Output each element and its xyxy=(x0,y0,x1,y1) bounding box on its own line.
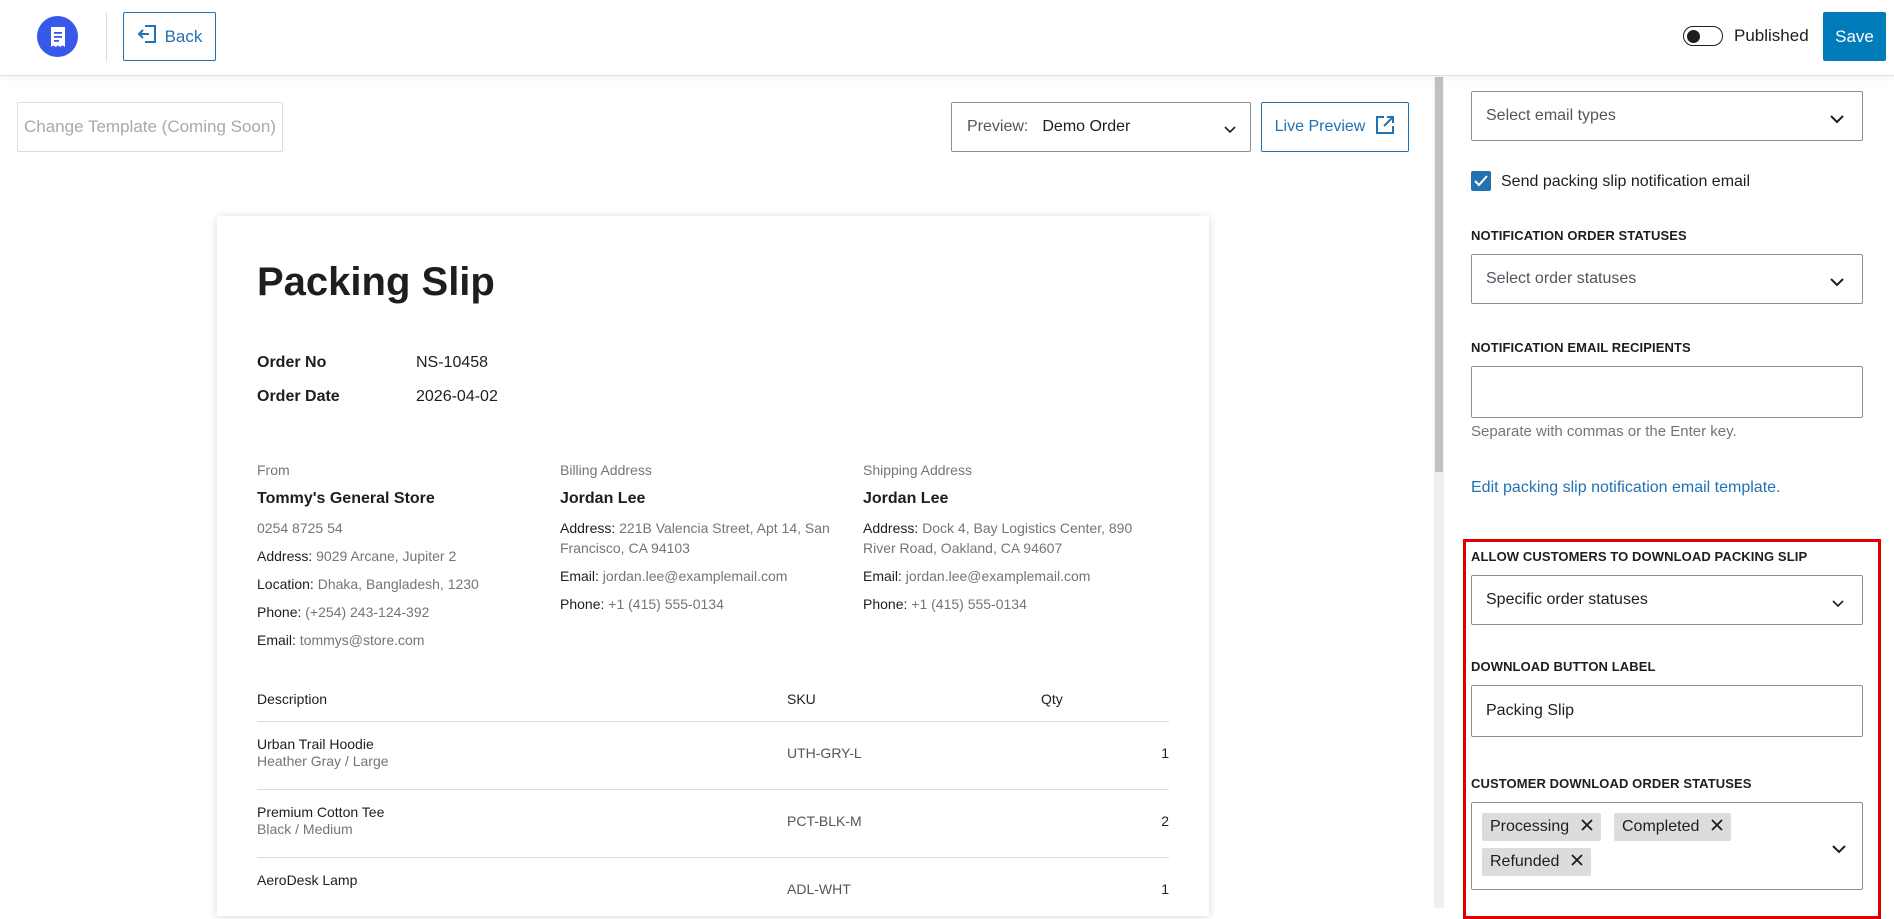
billing-address: Billing Address Jordan Lee Address: 221B… xyxy=(560,462,850,622)
order-date-label: Order Date xyxy=(257,388,340,405)
live-preview-label: Live Preview xyxy=(1274,118,1366,135)
send-notification-checkbox[interactable] xyxy=(1471,171,1491,191)
close-icon[interactable] xyxy=(1581,818,1593,836)
preview-scrollbar[interactable] xyxy=(1434,77,1444,908)
table-row-name: Urban Trail Hoodie xyxy=(257,736,374,752)
shipping-name: Jordan Lee xyxy=(863,490,949,507)
table-row-qty: 1 xyxy=(1161,745,1169,761)
preview-area: Change Template (Coming Soon) Preview: D… xyxy=(0,77,1434,916)
top-bar: Back Published Save xyxy=(0,0,1894,76)
customer-statuses-label: CUSTOMER DOWNLOAD ORDER STATUSES xyxy=(1471,776,1752,791)
allow-download-label: ALLOW CUSTOMERS TO DOWNLOAD PACKING SLIP xyxy=(1471,549,1808,564)
chevron-down-icon xyxy=(1224,121,1236,139)
customer-statuses-select[interactable]: Processing Completed Refunded xyxy=(1471,802,1863,890)
from-name: Tommy's General Store xyxy=(257,490,435,507)
billing-address-line: Address: 221B Valencia Street, Apt 14, S… xyxy=(560,520,830,556)
button-label-input[interactable]: Packing Slip xyxy=(1471,685,1863,737)
table-row-sku: ADL-WHT xyxy=(787,881,851,897)
from-email-line: Email: tommys@store.com xyxy=(257,632,425,648)
back-button-label: Back xyxy=(164,26,203,46)
status-tag-refunded: Refunded xyxy=(1482,848,1592,876)
table-row-variant: Black / Medium xyxy=(257,821,353,837)
packing-slip-document: Packing Slip Order No NS-10458 Order Dat… xyxy=(217,216,1209,916)
table-row-qty: 1 xyxy=(1161,881,1169,897)
billing-heading: Billing Address xyxy=(560,462,652,478)
table-header-qty: Qty xyxy=(1041,691,1063,707)
notification-statuses-placeholder: Select order statuses xyxy=(1486,270,1637,287)
settings-panel: Select email types Send packing slip not… xyxy=(1444,77,1894,919)
table-row-name: Premium Cotton Tee xyxy=(257,804,385,820)
billing-email-line: Email: jordan.lee@examplemail.com xyxy=(560,568,788,584)
email-types-placeholder: Select email types xyxy=(1486,107,1616,124)
shipping-email-line: Email: jordan.lee@examplemail.com xyxy=(863,568,1091,584)
table-header-description: Description xyxy=(257,691,328,707)
published-toggle[interactable] xyxy=(1683,26,1723,46)
table-row-name: AeroDesk Lamp xyxy=(257,872,358,888)
billing-phone-line: Phone: +1 (415) 555-0134 xyxy=(560,596,724,612)
app-logo-icon[interactable] xyxy=(37,16,78,57)
tag-label: Refunded xyxy=(1490,853,1560,870)
order-date-value: 2026-04-02 xyxy=(416,388,498,405)
shipping-phone-line: Phone: +1 (415) 555-0134 xyxy=(863,596,1027,612)
table-row-sku: PCT-BLK-M xyxy=(787,813,862,829)
shipping-address-line: Address: Dock 4, Bay Logistics Center, 8… xyxy=(863,520,1133,556)
save-button[interactable]: Save xyxy=(1823,12,1886,61)
notification-statuses-select[interactable]: Select order statuses xyxy=(1471,254,1863,304)
topbar-divider xyxy=(106,12,107,62)
notification-statuses-label: NOTIFICATION ORDER STATUSES xyxy=(1471,228,1687,243)
document-title: Packing Slip xyxy=(257,260,495,304)
billing-name: Jordan Lee xyxy=(560,490,646,507)
shipping-address: Shipping Address Jordan Lee Address: Doc… xyxy=(863,462,1153,622)
live-preview-button[interactable]: Live Preview xyxy=(1261,102,1409,152)
table-row-qty: 2 xyxy=(1161,813,1169,829)
table-row-variant: Heather Gray / Large xyxy=(257,753,389,769)
status-tag-processing: Processing xyxy=(1482,813,1602,841)
table-header-sku: SKU xyxy=(787,691,816,707)
change-template-button[interactable]: Change Template (Coming Soon) xyxy=(17,102,283,152)
chevron-down-icon xyxy=(1830,111,1844,129)
preview-select-label: Preview: xyxy=(967,118,1029,135)
email-types-select[interactable]: Select email types xyxy=(1471,91,1863,141)
tag-label: Completed xyxy=(1622,818,1700,835)
back-button[interactable]: Back xyxy=(123,12,216,61)
shipping-heading: Shipping Address xyxy=(863,462,972,478)
edit-email-template-link[interactable]: Edit packing slip notification email tem… xyxy=(1471,479,1781,497)
close-icon[interactable] xyxy=(1571,853,1584,871)
published-label: Published xyxy=(1734,26,1809,45)
from-location-line: Location: Dhaka, Bangladesh, 1230 xyxy=(257,576,479,592)
table-row-sku: UTH-GRY-L xyxy=(787,745,862,761)
check-icon xyxy=(1474,175,1488,187)
table-divider xyxy=(257,721,1169,722)
recipients-help-text: Separate with commas or the Enter key. xyxy=(1471,423,1737,440)
preview-select-value: Demo Order xyxy=(1042,118,1131,135)
back-arrow-icon xyxy=(137,25,157,48)
button-label-label: DOWNLOAD BUTTON LABEL xyxy=(1471,659,1656,674)
from-phone-main: 0254 8725 54 xyxy=(257,520,343,536)
chevron-down-icon xyxy=(1830,274,1844,292)
close-icon[interactable] xyxy=(1711,818,1724,836)
allow-download-value: Specific order statuses xyxy=(1486,591,1648,608)
table-divider xyxy=(257,857,1169,858)
chevron-down-icon xyxy=(1832,841,1846,859)
from-address-line: Address: 9029 Arcane, Jupiter 2 xyxy=(257,548,457,564)
from-heading: From xyxy=(257,462,290,478)
send-notification-label: Send packing slip notification email xyxy=(1501,173,1751,190)
chevron-down-icon xyxy=(1832,595,1844,613)
table-divider xyxy=(257,789,1169,790)
from-address: From Tommy's General Store 0254 8725 54 … xyxy=(257,462,547,658)
recipients-label: NOTIFICATION EMAIL RECIPIENTS xyxy=(1471,340,1691,355)
recipients-input[interactable] xyxy=(1471,366,1863,418)
scrollbar-thumb[interactable] xyxy=(1435,77,1443,472)
preview-order-select[interactable]: Preview: Demo Order xyxy=(951,102,1251,152)
tag-label: Processing xyxy=(1490,818,1570,835)
allow-download-select[interactable]: Specific order statuses xyxy=(1471,575,1863,625)
from-phone-line: Phone: (+254) 243-124-392 xyxy=(257,604,430,620)
order-no-value: NS-10458 xyxy=(416,354,489,371)
order-no-label: Order No xyxy=(257,354,327,371)
status-tag-completed: Completed xyxy=(1614,813,1732,841)
external-link-icon xyxy=(1375,115,1395,140)
toggle-knob xyxy=(1687,29,1700,43)
